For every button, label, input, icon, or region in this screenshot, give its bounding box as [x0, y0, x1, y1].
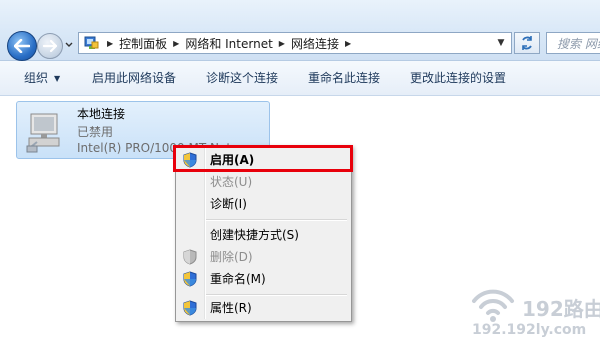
- network-adapter-icon: [26, 113, 60, 153]
- control-panel-icon: [84, 36, 99, 49]
- menu-item-status[interactable]: 状态(U): [178, 171, 349, 193]
- back-button[interactable]: [7, 31, 37, 61]
- change-settings-button[interactable]: 更改此连接的设置: [410, 61, 506, 95]
- enable-device-button[interactable]: 启用此网络设备: [92, 61, 176, 95]
- menu-item-label: 诊断(I): [210, 197, 247, 211]
- chevron-down-icon: ▼: [54, 74, 61, 83]
- menu-item-label: 重命名(M): [210, 272, 266, 286]
- menu-separator: [206, 219, 347, 221]
- forward-arrow-icon: [43, 40, 57, 52]
- address-dropdown-icon[interactable]: ▼: [493, 33, 509, 53]
- watermark-site: 192.192ly.com: [472, 322, 587, 338]
- rename-button[interactable]: 重命名此连接: [308, 61, 380, 95]
- search-input[interactable]: 搜索 网络: [546, 32, 600, 54]
- wifi-logo-icon: [472, 289, 514, 322]
- address-box[interactable]: ▶ 控制面板 ▶ 网络和 Internet ▶ 网络连接 ▶ ▼: [78, 32, 512, 54]
- menu-item-label: 状态(U): [210, 175, 253, 189]
- breadcrumb-separator-icon[interactable]: ▶: [279, 39, 285, 48]
- diagnose-button[interactable]: 诊断这个连接: [206, 61, 278, 95]
- breadcrumb-separator-icon[interactable]: ▶: [345, 39, 351, 48]
- menu-item-delete[interactable]: 删除(D): [178, 246, 349, 268]
- breadcrumb-network-internet[interactable]: 网络和 Internet: [185, 35, 272, 52]
- menu-item-create-shortcut[interactable]: 创建快捷方式(S): [178, 224, 349, 246]
- connection-name: 本地连接: [77, 107, 126, 121]
- refresh-button[interactable]: [514, 32, 540, 54]
- forward-button[interactable]: [37, 33, 63, 59]
- refresh-icon: [522, 36, 532, 50]
- connection-status: 已禁用: [77, 125, 114, 139]
- menu-item-properties[interactable]: 属性(R): [178, 297, 349, 319]
- back-arrow-icon: [14, 39, 30, 53]
- breadcrumb-network-connections[interactable]: 网络连接: [291, 35, 339, 52]
- uac-shield-icon: [183, 249, 197, 265]
- organize-menu-button[interactable]: 组织 ▼: [24, 61, 60, 95]
- watermark-brand: 192路由网: [522, 297, 600, 321]
- menu-item-diagnose[interactable]: 诊断(I): [178, 193, 349, 215]
- uac-shield-icon: [183, 300, 197, 316]
- recent-pages-chevron-icon[interactable]: [64, 40, 74, 50]
- breadcrumb-control-panel[interactable]: 控制面板: [119, 35, 167, 52]
- menu-item-label: 创建快捷方式(S): [210, 228, 299, 242]
- menu-separator: [206, 294, 347, 296]
- uac-shield-icon: [183, 271, 197, 287]
- highlight-box: [173, 145, 353, 172]
- menu-item-label: 删除(D): [210, 250, 253, 264]
- address-bar-region: ▶ 控制面板 ▶ 网络和 Internet ▶ 网络连接 ▶ ▼ 搜索 网络: [0, 0, 600, 61]
- breadcrumb-separator-icon[interactable]: ▶: [173, 39, 179, 48]
- breadcrumb-separator-icon: ▶: [107, 38, 114, 48]
- command-bar: 组织 ▼ 启用此网络设备 诊断这个连接 重命名此连接 更改此连接的设置: [0, 61, 600, 96]
- menu-item-label: 属性(R): [210, 301, 252, 315]
- menu-item-rename[interactable]: 重命名(M): [178, 268, 349, 290]
- organize-label: 组织: [24, 71, 49, 85]
